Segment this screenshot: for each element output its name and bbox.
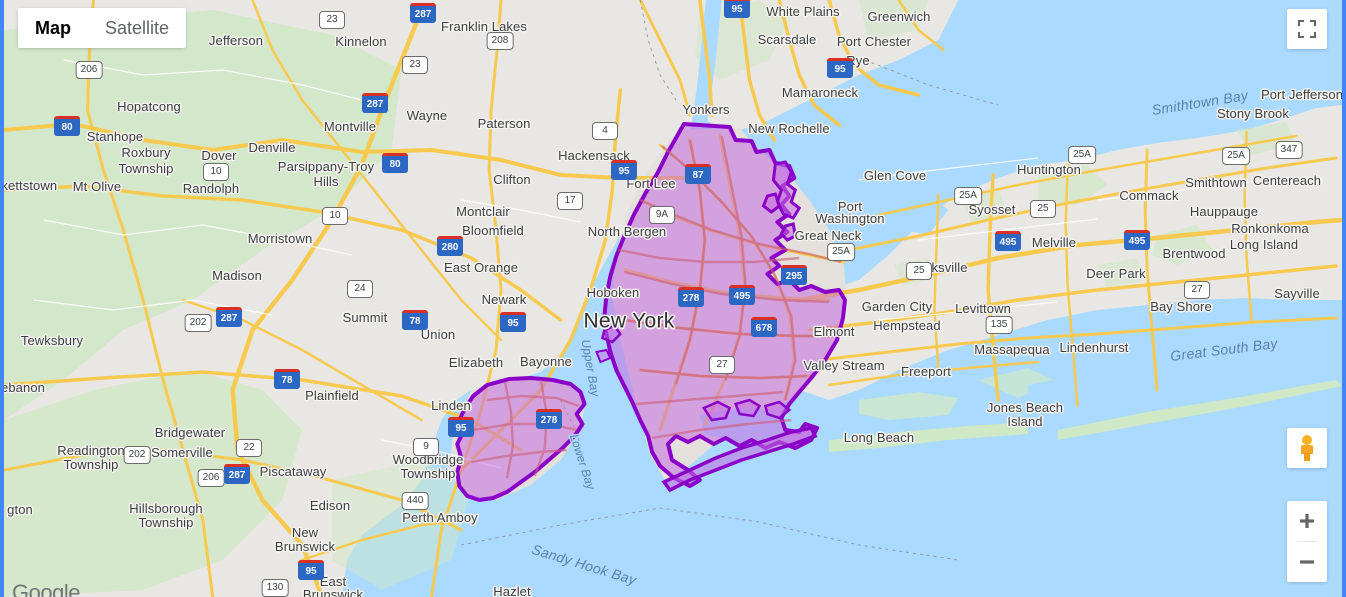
- pegman-icon: [1301, 435, 1313, 461]
- plus-icon: [1300, 514, 1314, 528]
- map-viewport[interactable]: Jefferson Kinnelon Franklin Lakes White Pla…: [0, 0, 1346, 597]
- map-type-button-map[interactable]: Map: [18, 8, 88, 48]
- map-type-button-satellite[interactable]: Satellite: [88, 8, 186, 48]
- zoom-in-button[interactable]: [1287, 501, 1327, 541]
- zoom-control[interactable]: [1287, 501, 1327, 582]
- pegman-street-view-control[interactable]: [1287, 428, 1327, 468]
- boundary-harbor-island-small: [595, 348, 612, 364]
- fullscreen-button[interactable]: [1287, 9, 1327, 49]
- nyc-boundary-overlay[interactable]: [4, 0, 1342, 597]
- boundary-island-fragment-a: [761, 192, 782, 214]
- minus-icon: [1300, 560, 1314, 564]
- fullscreen-icon: [1298, 20, 1316, 38]
- map-type-control[interactable]: Map Satellite: [18, 8, 187, 48]
- zoom-out-button[interactable]: [1287, 542, 1327, 582]
